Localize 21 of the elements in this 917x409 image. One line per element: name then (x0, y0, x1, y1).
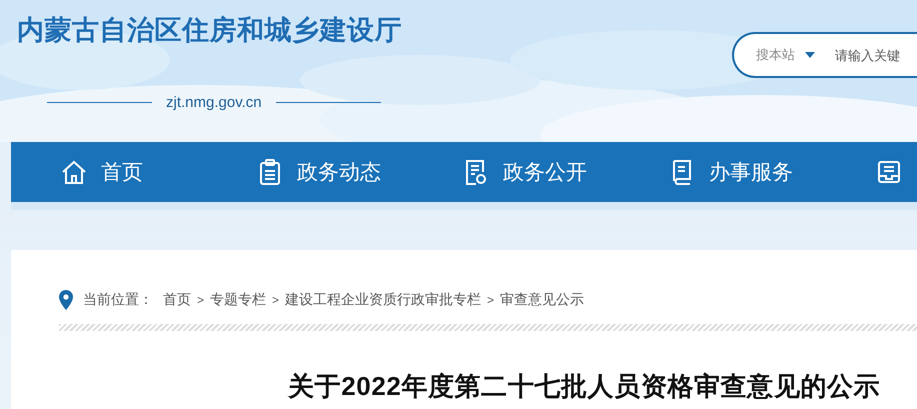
clipboard-icon (257, 159, 283, 185)
breadcrumb-link[interactable]: 专题专栏 (210, 291, 266, 309)
nav-item[interactable]: 政务动态 (257, 158, 463, 186)
caret-icon (805, 52, 815, 58)
article-title: 关于2022年度第二十七批人员资格审查意见的公示 (288, 370, 882, 403)
nav-item[interactable]: 办事服务 (669, 158, 876, 186)
nav-item[interactable]: 首页 (61, 158, 257, 186)
search-scope-dropdown[interactable]: 搜本站 (756, 46, 815, 64)
breadcrumb-separator: > (197, 293, 204, 307)
site-domain: zjt.nmg.gov.cn (166, 94, 262, 111)
breadcrumb-link[interactable]: 审查意见公示 (500, 291, 584, 309)
breadcrumb-label: 当前位置： (83, 291, 153, 309)
search-field[interactable]: 搜本站 请输入关键 (732, 32, 917, 78)
breadcrumb-separator: > (487, 293, 494, 307)
nav-item[interactable]: 政务公开 (463, 158, 669, 186)
site-title: 内蒙古自治区住房和城乡建设厅 (17, 14, 402, 47)
breadcrumb-separator: > (272, 293, 280, 307)
breadcrumb-link[interactable]: 建设工程企业资质行政审批专栏 (285, 291, 482, 309)
breadcrumb-link[interactable]: 首页 (163, 291, 191, 309)
home-icon (61, 159, 87, 185)
location-pin-icon (59, 290, 73, 310)
